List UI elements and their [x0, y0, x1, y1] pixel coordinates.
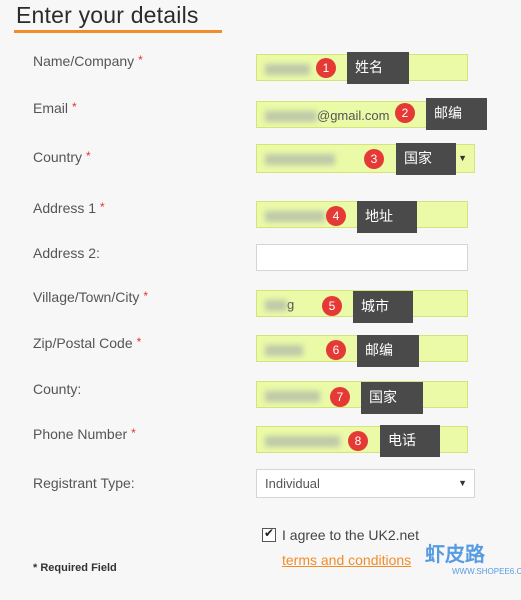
city-value-text: g: [287, 297, 295, 312]
callout-badge-4: 4: [326, 206, 346, 226]
address1-value: [265, 208, 325, 223]
email-domain: @gmail.com: [317, 108, 390, 123]
phone-label-text: Phone Number: [33, 426, 128, 442]
callout-badge-7: 7: [330, 387, 350, 407]
county-label: County:: [33, 381, 82, 397]
watermark-logo: 虾皮路: [425, 542, 485, 566]
callout-tip-name: 姓名: [347, 52, 409, 84]
required-marker: *: [100, 200, 105, 214]
country-value: [265, 151, 335, 166]
phone-value: [265, 433, 340, 448]
callout-badge-5: 5: [322, 296, 342, 316]
country-label-text: Country: [33, 149, 83, 165]
callout-badge-6: 6: [326, 340, 346, 360]
callout-tip-address: 地址: [357, 201, 417, 233]
required-marker: *: [143, 289, 149, 303]
required-marker: *: [86, 149, 91, 163]
registrant-type-value: Individual: [265, 476, 320, 491]
required-marker: *: [72, 100, 77, 114]
required-marker: *: [131, 426, 136, 440]
email-label: Email *: [33, 100, 77, 116]
callout-badge-2: 2: [395, 103, 415, 123]
chevron-down-icon: ▼: [458, 153, 467, 163]
address1-label: Address 1 *: [33, 200, 105, 216]
phone-label: Phone Number *: [33, 426, 136, 442]
required-field-note: * Required Field: [33, 562, 117, 574]
agree-row: ✔ I agree to the UK2.net: [262, 526, 419, 543]
callout-tip-country: 国家: [396, 143, 456, 175]
callout-tip-phone: 电话: [380, 425, 440, 457]
city-label-text: Village/Town/City: [33, 289, 140, 305]
zip-label-text: Zip/Postal Code: [33, 335, 133, 351]
terms-link[interactable]: terms and conditions: [282, 552, 411, 568]
zip-label: Zip/Postal Code *: [33, 335, 141, 351]
zip-value: [265, 342, 303, 357]
name-company-label: Name/Company *: [33, 53, 143, 69]
callout-tip-email: 邮编: [426, 98, 487, 130]
check-icon: ✔: [264, 526, 275, 541]
required-marker: *: [138, 53, 143, 67]
watermark-url: WWW.SHOPEE6.COM: [452, 567, 521, 576]
agree-checkbox[interactable]: ✔: [262, 526, 276, 543]
callout-tip-city: 城市: [353, 291, 413, 323]
title-underline: [14, 30, 222, 33]
callout-tip-zip: 邮编: [357, 335, 419, 367]
city-label: Village/Town/City *: [33, 289, 148, 305]
name-company-value: [265, 61, 310, 76]
address1-label-text: Address 1: [33, 200, 97, 216]
address2-field[interactable]: [256, 244, 468, 271]
email-value: @gmail.com: [265, 108, 389, 123]
registrant-type-label: Registrant Type:: [33, 475, 135, 491]
callout-badge-3: 3: [364, 149, 384, 169]
callout-tip-county: 国家: [361, 382, 423, 414]
country-label: Country *: [33, 149, 91, 165]
required-marker: *: [136, 335, 142, 349]
agree-text: I agree to the UK2.net: [282, 527, 419, 543]
callout-badge-1: 1: [316, 58, 336, 78]
address2-label: Address 2:: [33, 245, 100, 261]
callout-badge-8: 8: [348, 431, 368, 451]
page-title: Enter your details: [16, 2, 199, 28]
chevron-down-icon: ▼: [458, 478, 467, 488]
county-value: [265, 388, 320, 403]
name-company-label-text: Name/Company: [33, 53, 135, 69]
email-label-text: Email: [33, 100, 69, 116]
city-value: g: [265, 297, 294, 312]
registrant-type-select[interactable]: Individual ▼: [256, 469, 475, 498]
